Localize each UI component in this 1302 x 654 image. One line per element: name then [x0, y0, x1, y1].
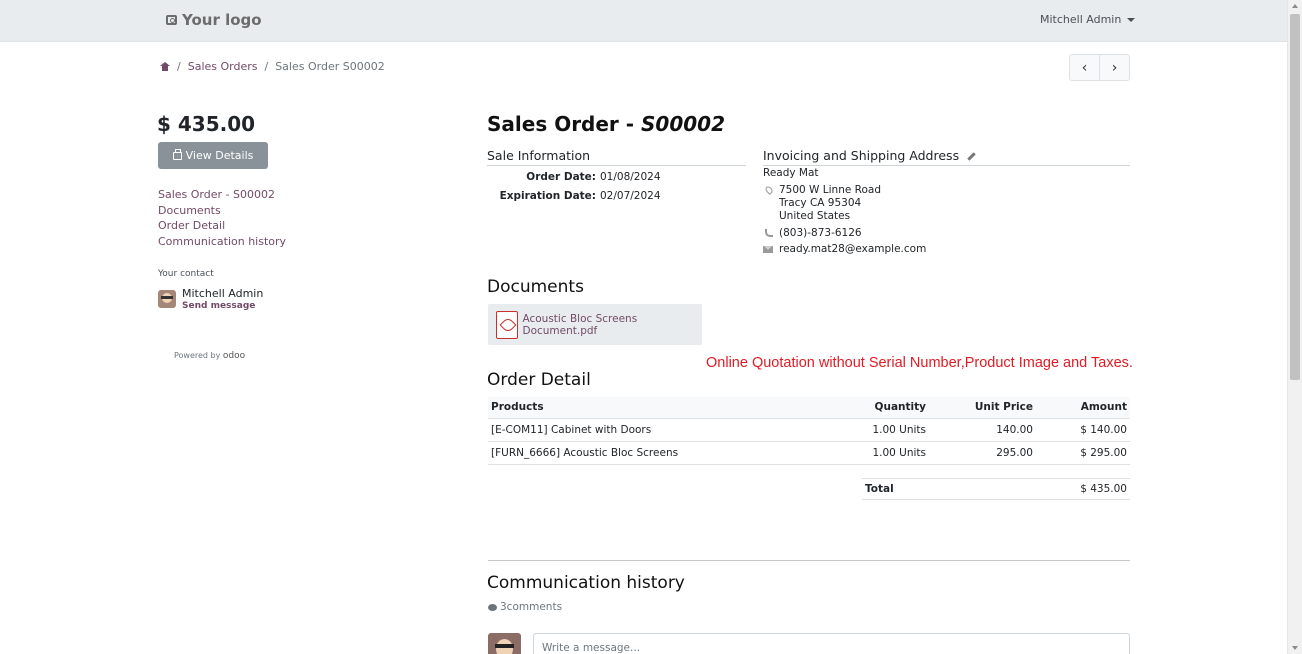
sale-information-heading: Sale Information [487, 148, 746, 166]
sidebar-item-sales-order[interactable]: Sales Order - S00002 [158, 187, 286, 203]
page-title: Sales Order - S00002 [487, 112, 725, 136]
top-navbar: Your logo Mitchell Admin [0, 0, 1287, 42]
address-country: United States [779, 210, 851, 222]
phone-value: (803)-873-6126 [779, 227, 862, 239]
home-icon[interactable] [160, 62, 170, 71]
previous-record-button[interactable]: ‹ [1070, 55, 1099, 80]
scroll-down-icon[interactable] [1292, 646, 1298, 650]
document-name[interactable]: Acoustic Bloc Screens Document.pdf [522, 313, 702, 337]
order-lines-table: Products Quantity Unit Price Amount [E-C… [488, 397, 1130, 465]
scroll-up-icon[interactable] [1292, 4, 1298, 8]
breadcrumb-separator: / [177, 60, 181, 73]
documents-heading: Documents [487, 277, 584, 297]
comments-count: 3comments [488, 601, 562, 613]
annotation-note: Online Quotation without Serial Number,P… [706, 355, 1133, 371]
customer-name: Ready Mat [763, 167, 819, 179]
breadcrumb-separator: / [264, 60, 269, 73]
pdf-icon [496, 310, 519, 339]
expiration-date-value: 02/07/2024 [600, 190, 661, 202]
sidebar-item-order-detail[interactable]: Order Detail [158, 218, 286, 234]
sidebar-nav: Sales Order - S00002 Documents Order Det… [158, 187, 286, 250]
total-value: $ 435.00 [1080, 483, 1127, 495]
section-divider [488, 560, 1130, 561]
email-value: ready.mat28@example.com [779, 243, 927, 255]
avatar [158, 290, 176, 308]
contact-label: Your contact [158, 269, 214, 279]
expiration-date-label: Expiration Date: [499, 190, 596, 202]
view-details-button[interactable]: View Details [158, 142, 268, 169]
powered-by: Powered by odoo [174, 351, 245, 361]
scroll-thumb[interactable] [1290, 14, 1300, 380]
next-record-button[interactable]: › [1099, 55, 1129, 80]
pencil-icon[interactable] [967, 152, 976, 161]
order-reference: S00002 [641, 112, 726, 136]
address-block: 7500 W Linne Road Tracy CA 95304 United … [763, 184, 881, 223]
product-amount: $ 295.00 [1036, 441, 1130, 465]
product-name: [E-COM11] Cabinet with Doors [488, 418, 819, 442]
camera-icon [166, 15, 177, 25]
address-city: Tracy CA 95304 [779, 197, 862, 209]
record-pager: ‹ › [1069, 54, 1130, 81]
expiration-date-row: Expiration Date: 02/07/2024 [487, 190, 661, 202]
breadcrumb-sales-orders[interactable]: Sales Orders [188, 60, 258, 73]
order-total-amount: $ 435.00 [157, 112, 256, 136]
email-row: ready.mat28@example.com [763, 243, 926, 256]
order-date-label: Order Date: [526, 171, 596, 183]
phone-icon [764, 229, 773, 237]
column-unit-price: Unit Price [929, 397, 1036, 419]
company-logo[interactable]: Your logo [166, 11, 262, 29]
sidebar-item-communication-history[interactable]: Communication history [158, 234, 286, 250]
odoo-logo[interactable]: odoo [223, 351, 245, 361]
address-heading: Invoicing and Shipping Address [763, 148, 1130, 166]
comments-icon [488, 603, 497, 611]
order-date-value: 01/08/2024 [600, 171, 661, 183]
table-row: [E-COM11] Cabinet with Doors 1.00 Units … [488, 418, 1130, 442]
message-input[interactable] [533, 633, 1130, 654]
product-name: [FURN_6666] Acoustic Bloc Screens [488, 441, 819, 465]
order-detail-heading: Order Detail [487, 370, 591, 390]
order-date-row: Order Date: 01/08/2024 [487, 171, 661, 183]
table-row: [FURN_6666] Acoustic Bloc Screens 1.00 U… [488, 441, 1130, 465]
title-prefix: Sales Order - [487, 112, 642, 136]
powered-by-label: Powered by [174, 351, 221, 360]
user-name: Mitchell Admin [1040, 13, 1122, 26]
total-row: Total $ 435.00 [862, 478, 1130, 500]
product-amount: $ 140.00 [1036, 418, 1130, 442]
product-unit-price: 140.00 [929, 418, 1036, 442]
map-marker-icon [764, 185, 774, 195]
communication-history-heading: Communication history [487, 573, 685, 593]
breadcrumb: / Sales Orders / Sales Order S00002 [160, 60, 385, 73]
document-attachment[interactable]: Acoustic Bloc Screens Document.pdf [488, 304, 702, 345]
contact-name: Mitchell Admin [182, 287, 264, 300]
comments-count-text: 3comments [500, 601, 563, 613]
print-icon [172, 148, 182, 160]
page-scrollbar[interactable] [1287, 0, 1302, 654]
breadcrumb-current: Sales Order S00002 [275, 60, 385, 73]
sidebar-item-documents[interactable]: Documents [158, 203, 286, 219]
phone-row: (803)-873-6126 [763, 227, 862, 240]
avatar [488, 633, 521, 654]
total-label: Total [865, 483, 894, 495]
product-quantity: 1.00 Units [819, 441, 929, 465]
column-quantity: Quantity [819, 397, 929, 419]
product-quantity: 1.00 Units [819, 418, 929, 442]
contact-card: Mitchell Admin Send message [158, 287, 263, 311]
view-details-label: View Details [185, 149, 254, 162]
column-products: Products [488, 397, 819, 419]
envelope-icon [763, 246, 773, 253]
caret-down-icon [1127, 17, 1136, 22]
column-amount: Amount [1036, 397, 1130, 419]
logo-text: Your logo [182, 11, 262, 29]
product-unit-price: 295.00 [929, 441, 1036, 465]
address-street: 7500 W Linne Road [779, 184, 882, 196]
user-menu[interactable]: Mitchell Admin [1040, 13, 1136, 26]
send-message-link[interactable]: Send message [182, 301, 263, 311]
address-heading-text: Invoicing and Shipping Address [763, 148, 960, 163]
table-header-row: Products Quantity Unit Price Amount [488, 397, 1130, 419]
